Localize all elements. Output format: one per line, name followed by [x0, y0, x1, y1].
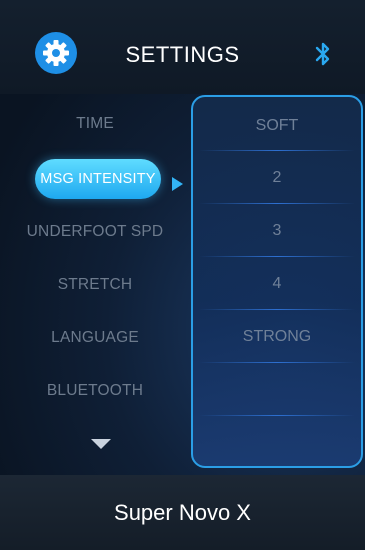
- header: SETTINGS: [0, 0, 365, 94]
- bluetooth-icon[interactable]: [314, 40, 332, 68]
- page-title: SETTINGS: [125, 42, 240, 67]
- footer: Super Novo X: [0, 475, 365, 550]
- option-2[interactable]: 2: [193, 152, 361, 204]
- divider: [199, 309, 355, 310]
- scroll-down-icon[interactable]: [91, 439, 111, 449]
- menu-item-msg-intensity[interactable]: MSG INTENSITY: [35, 159, 161, 199]
- intensity-options-panel: SOFT 2 3 4 STRONG: [191, 95, 363, 468]
- divider: [199, 150, 355, 151]
- menu-item-stretch[interactable]: STRETCH: [0, 265, 190, 305]
- model-name: Super Novo X: [114, 500, 251, 525]
- menu-item-underfoot-spd[interactable]: UNDERFOOT SPD: [0, 212, 190, 252]
- menu-item-time[interactable]: TIME: [0, 104, 190, 144]
- divider: [199, 256, 355, 257]
- option-soft[interactable]: SOFT: [193, 100, 361, 152]
- option-3[interactable]: 3: [193, 205, 361, 257]
- menu-item-language[interactable]: LANGUAGE: [0, 318, 190, 358]
- divider: [199, 203, 355, 204]
- pointer-arrow-icon: [172, 177, 183, 191]
- option-strong[interactable]: STRONG: [193, 311, 361, 363]
- screen: SETTINGS TIME MSG INTENSITY UNDERFOOT SP…: [0, 0, 365, 550]
- option-4[interactable]: 4: [193, 258, 361, 310]
- divider: [199, 362, 355, 363]
- divider: [199, 415, 355, 416]
- menu-item-bluetooth[interactable]: BLUETOOTH: [0, 371, 190, 411]
